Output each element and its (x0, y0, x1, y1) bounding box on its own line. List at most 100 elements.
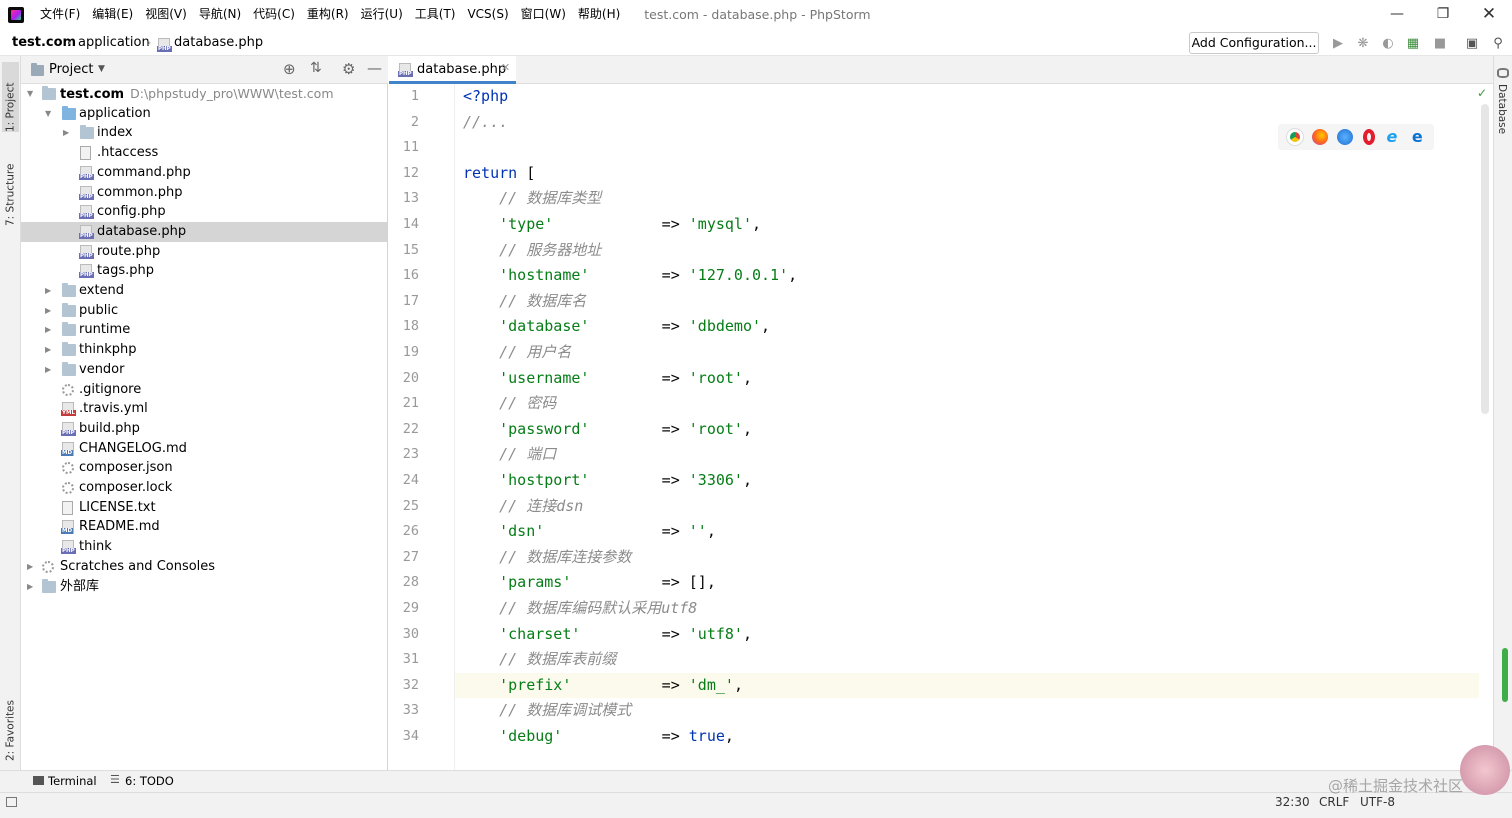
breadcrumb-file[interactable]: database.php (174, 29, 263, 56)
menu-item[interactable]: 代码(C) (247, 0, 301, 29)
tree-row[interactable]: LICENSE.txt (21, 498, 387, 518)
hide-icon[interactable]: — (367, 59, 382, 77)
menu-item[interactable]: 导航(N) (193, 0, 247, 29)
code-line: // 数据库类型 (463, 186, 601, 212)
collapsed-arrow-icon[interactable]: ▶ (63, 123, 73, 143)
menu-item[interactable]: 编辑(E) (86, 0, 139, 29)
tree-row[interactable]: ▼ application (21, 104, 387, 124)
internet-explorer-icon[interactable]: e (1384, 129, 1400, 145)
minimize-icon[interactable]: — (1374, 0, 1420, 29)
locate-icon[interactable]: ⊕ (283, 60, 296, 78)
menu-item[interactable]: 帮助(H) (572, 0, 626, 29)
tree-item-label: route.php (97, 243, 161, 259)
menu-item[interactable]: 文件(F) (34, 0, 86, 29)
collapsed-arrow-icon[interactable]: ▶ (45, 281, 55, 301)
menu-item[interactable]: 运行(U) (355, 0, 409, 29)
tree-row[interactable]: common.php (21, 183, 387, 203)
tree-row[interactable]: ▶ Scratches and Consoles (21, 557, 387, 577)
collapsed-arrow-icon[interactable]: ▶ (45, 301, 55, 321)
tree-item-label: extend (79, 283, 125, 298)
add-configuration-button[interactable]: Add Configuration... (1189, 32, 1319, 54)
folder-icon (42, 86, 56, 100)
collapsed-arrow-icon[interactable]: ▶ (27, 577, 37, 597)
tree-row[interactable]: ▶ extend (21, 281, 387, 301)
code-token: , (733, 675, 743, 694)
collapsed-arrow-icon[interactable]: ▶ (45, 340, 55, 360)
tree-row[interactable]: think (21, 537, 387, 557)
favorites-tool-tab-label: 2: Favorites (4, 700, 17, 761)
tree-row[interactable]: ▶ runtime (21, 320, 387, 340)
tree-item-label: common.php (97, 184, 183, 200)
tree-row[interactable]: ▶ public (21, 301, 387, 321)
todo-tool-button[interactable]: 6: TODO (125, 774, 174, 788)
safari-icon[interactable] (1337, 129, 1354, 145)
favorites-tool-tab[interactable]: 2: Favorites (2, 676, 19, 761)
vertical-scrollbar[interactable] (1481, 104, 1489, 414)
tree-row[interactable]: .travis.yml (21, 399, 387, 419)
collapsed-arrow-icon[interactable]: ▶ (45, 360, 55, 380)
restore-icon[interactable]: ❐ (1420, 0, 1466, 29)
expanded-arrow-icon[interactable]: ▼ (27, 84, 37, 104)
tree-row[interactable]: build.php (21, 419, 387, 439)
breadcrumb-folder[interactable]: application (78, 29, 150, 56)
tool-windows-toggle-icon[interactable] (6, 797, 17, 807)
chrome-icon[interactable] (1285, 128, 1304, 146)
folder-icon (62, 361, 76, 376)
opera-icon[interactable] (1362, 129, 1375, 145)
expanded-arrow-icon[interactable]: ▼ (45, 104, 55, 124)
menu-item[interactable]: 工具(T) (409, 0, 462, 29)
run-icon[interactable]: ▶ (1328, 33, 1348, 53)
tree-row[interactable]: ▶ vendor (21, 360, 387, 380)
inspection-ok-icon[interactable]: ✓ (1477, 86, 1487, 100)
collapsed-arrow-icon[interactable]: ▶ (45, 320, 55, 340)
caret-position[interactable]: 32:30 (1275, 793, 1310, 811)
firefox-icon[interactable] (1311, 129, 1328, 145)
tree-row[interactable]: ▶ thinkphp (21, 340, 387, 360)
code-token: , (742, 419, 752, 438)
stop-icon[interactable]: ■ (1430, 33, 1450, 53)
menu-item[interactable]: 重构(R) (301, 0, 355, 29)
tree-row[interactable]: .htaccess (21, 143, 387, 163)
tree-row[interactable]: .gitignore (21, 380, 387, 400)
gear-icon[interactable]: ⚙ (342, 60, 355, 78)
profile-icon[interactable]: ▦ (1403, 33, 1423, 53)
coverage-icon[interactable]: ◐ (1378, 33, 1398, 53)
collapse-all-icon[interactable]: ⇅ (310, 60, 322, 76)
tree-item-label: Scratches and Consoles (60, 558, 216, 574)
structure-tool-tab[interactable]: 7: Structure (2, 146, 19, 226)
tree-row[interactable]: ▼ test.com D:\phpstudy_pro\WWW\test.com (21, 84, 387, 104)
menu-item[interactable]: 视图(V) (139, 0, 193, 29)
database-tool-tab[interactable]: Database (1496, 84, 1508, 134)
tree-row[interactable]: ▶ 外部库 (21, 577, 387, 597)
tree-row[interactable]: database.php (21, 221, 387, 242)
line-number: 15 (402, 241, 419, 258)
line-number: 12 (402, 164, 419, 181)
tree-row[interactable]: composer.json (21, 458, 387, 478)
tree-row[interactable]: config.php (21, 202, 387, 222)
tree-row[interactable]: ▶ index (21, 123, 387, 143)
close-icon[interactable]: ✕ (1466, 0, 1512, 29)
tree-row[interactable]: CHANGELOG.md (21, 439, 387, 459)
terminal-tool-button[interactable]: Terminal (48, 774, 97, 788)
line-number: 11 (402, 139, 419, 156)
tree-row[interactable]: composer.lock (21, 478, 387, 498)
menu-item[interactable]: 窗口(W) (515, 0, 572, 29)
code-line: // 连接dsn (463, 494, 583, 520)
tree-row[interactable]: tags.php (21, 261, 387, 281)
collapsed-arrow-icon[interactable]: ▶ (27, 557, 37, 577)
menu-item[interactable]: VCS(S) (461, 0, 514, 29)
close-tab-icon[interactable]: ✕ (501, 61, 510, 74)
code-line: <?php (463, 84, 508, 110)
chevron-down-icon[interactable]: ▼ (98, 64, 105, 74)
edge-icon[interactable]: e (1409, 129, 1425, 145)
project-tool-tab[interactable]: 1: Project (2, 62, 19, 132)
project-view-selector[interactable]: Project (49, 62, 93, 77)
project-structure-icon[interactable]: ▣ (1462, 33, 1482, 53)
tree-row[interactable]: route.php (21, 242, 387, 262)
editor-tab-database[interactable]: database.php ✕ (389, 56, 516, 84)
tree-row[interactable]: README.md (21, 517, 387, 537)
search-icon[interactable]: ⚲ (1488, 33, 1508, 53)
tree-row[interactable]: command.php (21, 163, 387, 183)
debug-icon[interactable]: ❋ (1353, 33, 1373, 53)
tree-item-label: composer.json (79, 460, 173, 476)
